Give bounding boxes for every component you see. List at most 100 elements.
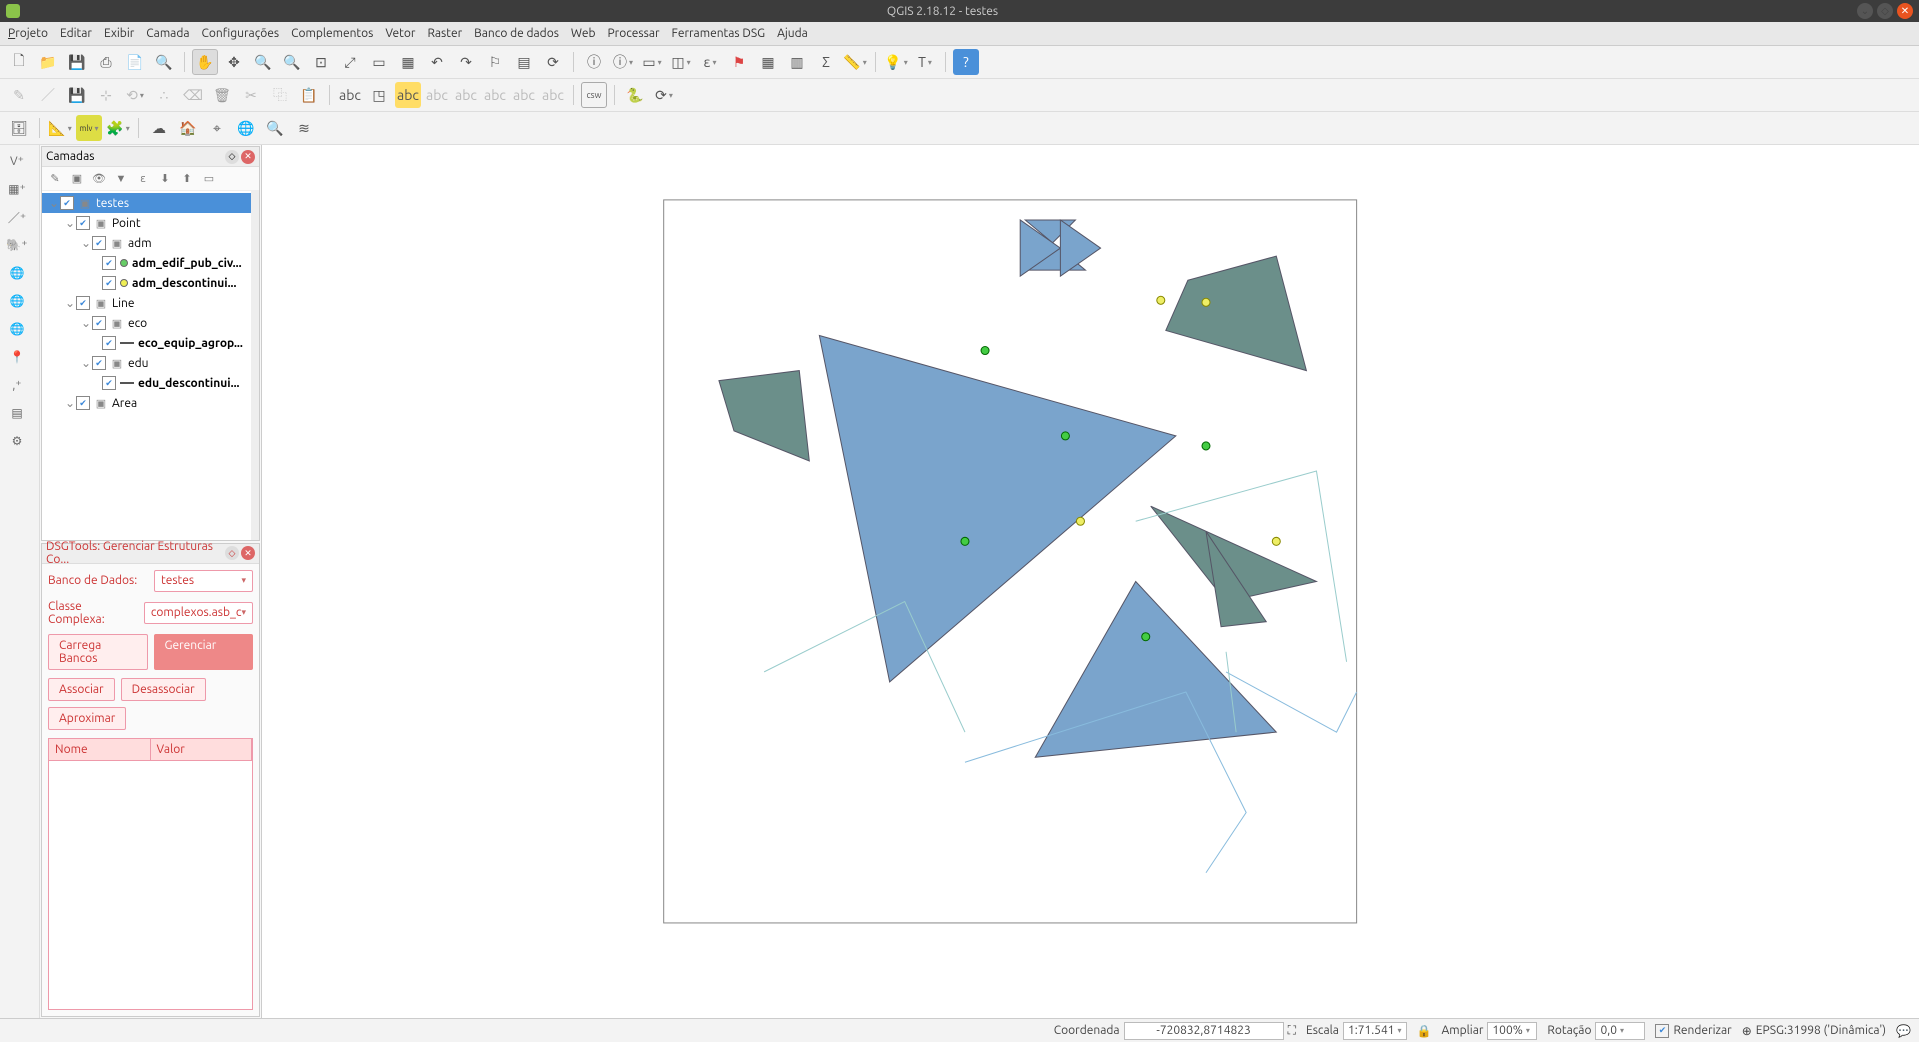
home-button[interactable]: 🏠 (175, 115, 201, 141)
label-cube-button[interactable]: ◳ (366, 82, 392, 108)
layers-panel-undock-button[interactable]: ◇ (225, 150, 239, 164)
dsg-manage-button[interactable]: Gerenciar (154, 634, 254, 670)
delete-button[interactable]: 🗑 (209, 82, 235, 108)
dsg-class-select[interactable]: complexos.asb_c (144, 602, 253, 624)
tree-root-testes[interactable]: ⌄▣ testes (42, 193, 251, 213)
menu-web[interactable]: Web (571, 27, 596, 40)
zoom-world-button[interactable]: 🔍 (262, 115, 288, 141)
tree-layer-adm-edif[interactable]: adm_edif_pub_civ... (42, 253, 251, 273)
node-tool-button[interactable]: ∴ (151, 82, 177, 108)
red-flag-button[interactable]: ⚑ (726, 49, 752, 75)
zoom-out-button[interactable]: 🔍 (279, 49, 305, 75)
zoom-next-button[interactable]: ↷ (453, 49, 479, 75)
label-abc-button[interactable]: abc (337, 82, 363, 108)
menu-camada[interactable]: Camada (146, 27, 189, 40)
layer-expand-button[interactable]: ⬇ (156, 170, 174, 188)
edit-pen-button[interactable]: ／ (35, 82, 61, 108)
tree-group-line[interactable]: ⌄▣ Line (42, 293, 251, 313)
label-change-button[interactable]: abc (540, 82, 566, 108)
layers-tree[interactable]: ⌄▣ testes ⌄▣ Point ⌄▣ adm adm_edif_pub_c… (42, 191, 251, 540)
status-scale-input[interactable]: 1:71.541 (1343, 1022, 1407, 1040)
layers-panel-close-button[interactable]: ✕ (241, 150, 255, 164)
tree-group-edu[interactable]: ⌄▣ edu (42, 353, 251, 373)
dsg-associate-button[interactable]: Associar (48, 678, 115, 701)
pan-button[interactable]: ✋ (192, 49, 218, 75)
refresh-button[interactable]: ⟳ (540, 49, 566, 75)
composer-manager-button[interactable]: 🔍 (151, 49, 177, 75)
status-coord-input[interactable]: -720832,8714823 (1124, 1022, 1284, 1040)
save-project-button[interactable]: 💾 (64, 49, 90, 75)
dsg-panel-undock-button[interactable]: ◇ (225, 546, 239, 560)
map-canvas[interactable] (262, 145, 1919, 1018)
show-bookmarks-button[interactable]: ▤ (511, 49, 537, 75)
add-csv-button[interactable]: ,⁺ (2, 373, 32, 397)
tips-dropdown[interactable]: 💡 (883, 49, 909, 75)
tree-group-eco[interactable]: ⌄▣ eco (42, 313, 251, 333)
menu-ferramentasdsg[interactable]: Ferramentas DSG (672, 27, 766, 40)
dsg-load-button[interactable]: Carrega Bancos (48, 634, 148, 670)
menu-raster[interactable]: Raster (427, 27, 462, 40)
add-gps-button[interactable]: 📍 (2, 345, 32, 369)
label-highlight-button[interactable]: abc (395, 82, 421, 108)
dsg-disassociate-button[interactable]: Desassociar (121, 678, 206, 701)
dsg-tools-dropdown[interactable]: 🧩 (105, 115, 131, 141)
label-rotate-button[interactable]: abc (511, 82, 537, 108)
tree-layer-edu-desc[interactable]: edu_descontinui... (42, 373, 251, 393)
stats-button[interactable]: Σ (813, 49, 839, 75)
tree-layer-adm-desc[interactable]: adm_descontinui... (42, 273, 251, 293)
attr-table-button[interactable]: ▦ (755, 49, 781, 75)
status-rotation-input[interactable]: 0,0 (1595, 1022, 1645, 1040)
tree-group-adm[interactable]: ⌄▣ adm (42, 233, 251, 253)
edit-toggle-button[interactable]: ✎ (6, 82, 32, 108)
status-magnify-input[interactable]: 100% (1487, 1022, 1537, 1040)
dsg-db-select[interactable]: testes (154, 570, 253, 592)
add-wfs-button[interactable]: 🌐 (2, 317, 32, 341)
menu-complementos[interactable]: Complementos (291, 27, 373, 40)
field-calc-button[interactable]: ▥ (784, 49, 810, 75)
zoom-full-button[interactable]: ⤢ (337, 49, 363, 75)
menu-configuracoes[interactable]: Configurações (202, 27, 280, 40)
zoom-selection-button[interactable]: ▭ (366, 49, 392, 75)
dsg-mil-dropdown[interactable]: mlv (76, 115, 102, 141)
annotation-dropdown[interactable]: T (912, 49, 938, 75)
osm-download-button[interactable]: ☁ (146, 115, 172, 141)
new-print-button[interactable]: 📄 (122, 49, 148, 75)
target-button[interactable]: ⌖ (204, 115, 230, 141)
add-wms-button[interactable]: 🌐 (2, 261, 32, 285)
cut-button[interactable]: ✂ (238, 82, 264, 108)
dsg-db-button[interactable]: 🗄 (6, 115, 32, 141)
dsg-layer-dropdown[interactable]: 📐 (47, 115, 73, 141)
layer-filter-button[interactable]: ▼ (112, 170, 130, 188)
window-close-button[interactable]: ✕ (1897, 3, 1913, 19)
globe-button[interactable]: 🌐 (233, 115, 259, 141)
status-epsg[interactable]: EPSG:31998 ('Dinâmica') (1756, 1024, 1886, 1037)
menu-editar[interactable]: Editar (60, 27, 92, 40)
zoom-native-button[interactable]: ⊡ (308, 49, 334, 75)
add-vector-button[interactable]: V⁺ (2, 149, 32, 173)
python-console-button[interactable]: 🐍 (622, 82, 648, 108)
measure-dropdown[interactable]: 📏 (842, 49, 868, 75)
status-render-checkbox[interactable] (1655, 1024, 1669, 1038)
add-virtual-button[interactable]: ▤ (2, 401, 32, 425)
zoom-layer-button[interactable]: ▦ (395, 49, 421, 75)
new-project-button[interactable]: 🗋 (6, 49, 32, 75)
open-project-button[interactable]: 📁 (35, 49, 61, 75)
zoom-in-button[interactable]: 🔍 (250, 49, 276, 75)
dsg-col-valor[interactable]: Valor (151, 739, 253, 760)
tree-scrollbar[interactable] (251, 191, 259, 540)
identify-button[interactable]: ⓘ (581, 49, 607, 75)
menu-ajuda[interactable]: Ajuda (777, 27, 808, 40)
status-crs-icon[interactable]: ⊕ (1742, 1024, 1752, 1038)
status-messages-icon[interactable]: 💬 (1896, 1024, 1911, 1038)
status-lock-icon[interactable]: 🔒 (1417, 1024, 1432, 1038)
dsg-approx-button[interactable]: Aproximar (48, 707, 126, 730)
menu-projeto[interactable]: PProjetorojeto (8, 27, 48, 40)
add-sp-button[interactable]: ／⁺ (2, 205, 32, 229)
saveas-project-button[interactable]: ⎙ (93, 49, 119, 75)
add-wcs-button[interactable]: 🌐 (2, 289, 32, 313)
layers-stack-button[interactable]: ≋ (291, 115, 317, 141)
add-raster-button[interactable]: ▦⁺ (2, 177, 32, 201)
copy-button[interactable]: ⿻ (267, 82, 293, 108)
menu-processar[interactable]: Processar (608, 27, 660, 40)
paste-button[interactable]: 📋 (296, 82, 322, 108)
